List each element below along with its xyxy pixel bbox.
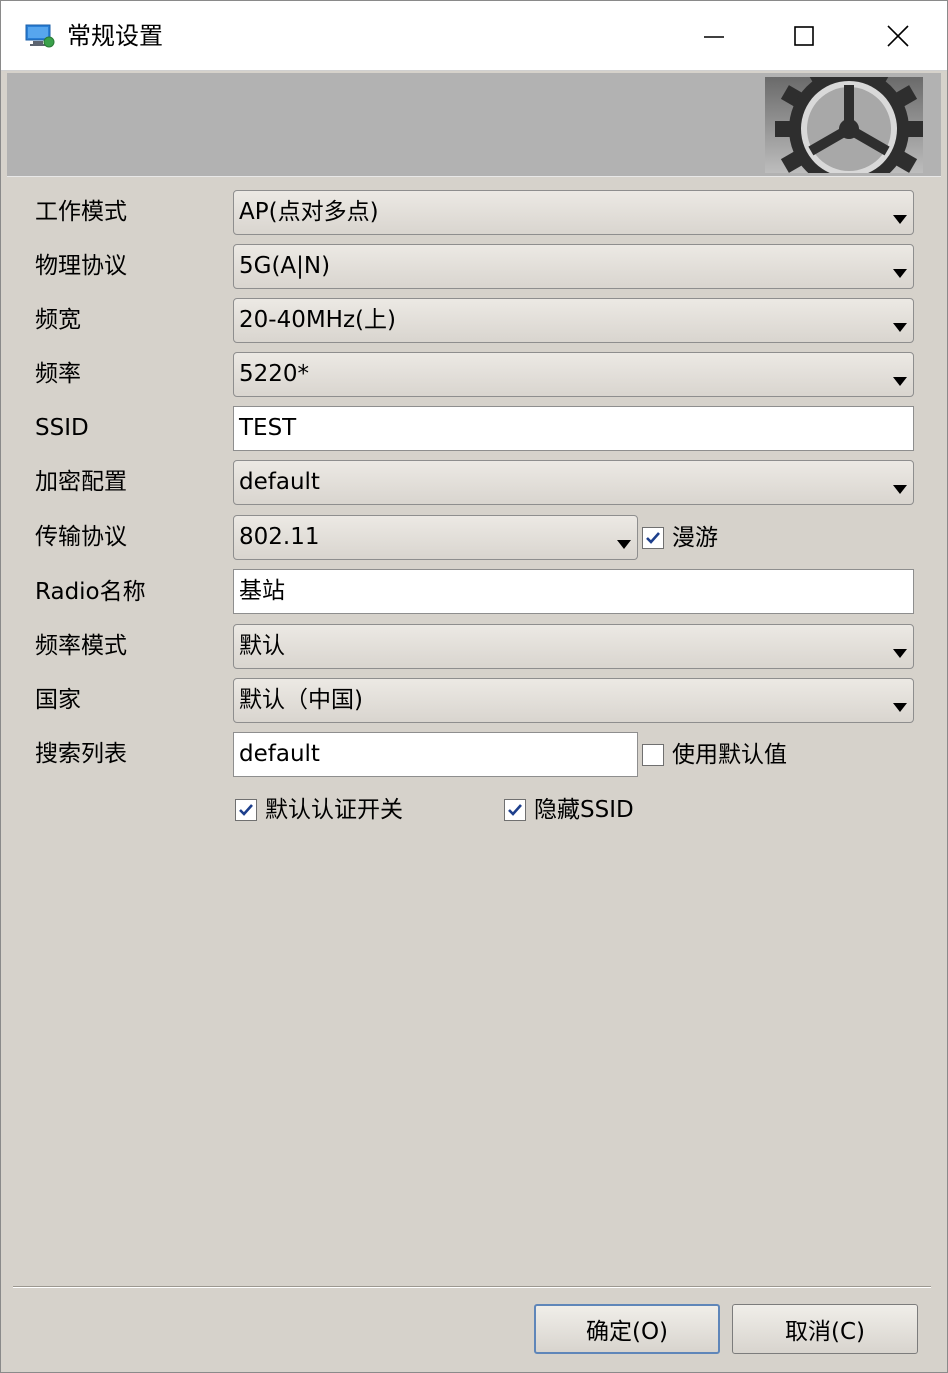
dropdown-arrow-icon [617, 534, 631, 553]
maximize-icon [794, 26, 814, 46]
roaming-checkbox[interactable] [642, 527, 664, 549]
radio-name-value: 基站 [239, 578, 285, 604]
close-icon [887, 25, 909, 47]
ssid-value: TEST [239, 415, 297, 441]
roaming-checkbox-group[interactable]: 漫游 [642, 523, 718, 553]
bandwidth-label: 频宽 [35, 307, 81, 333]
title-bar[interactable]: 常规设置 [1, 1, 947, 71]
search-list-input[interactable]: default [233, 732, 638, 777]
country-value: 默认（中国) [239, 687, 363, 713]
default-auth-checkbox-group[interactable]: 默认认证开关 [235, 795, 403, 825]
checkmark-icon [239, 804, 253, 816]
dropdown-arrow-icon [893, 643, 907, 662]
freq-mode-select[interactable]: 默认 [233, 624, 914, 669]
dropdown-arrow-icon [893, 479, 907, 498]
ssid-input[interactable]: TEST [233, 406, 914, 451]
work-mode-select[interactable]: AP(点对多点) [233, 190, 914, 235]
dropdown-arrow-icon [893, 263, 907, 282]
checkmark-icon [508, 804, 522, 816]
encryption-label: 加密配置 [35, 469, 127, 495]
use-default-checkbox[interactable] [642, 744, 664, 766]
frequency-label: 频率 [35, 361, 81, 387]
checkmark-icon [646, 532, 660, 544]
radio-name-label: Radio名称 [35, 579, 146, 605]
use-default-checkbox-group[interactable]: 使用默认值 [642, 740, 787, 770]
work-mode-label: 工作模式 [35, 199, 127, 225]
ssid-label: SSID [35, 415, 89, 441]
transport-label: 传输协议 [35, 524, 127, 550]
header-banner [7, 73, 941, 177]
country-label: 国家 [35, 687, 81, 713]
search-list-value: default [239, 741, 320, 767]
dropdown-arrow-icon [893, 209, 907, 228]
default-auth-label: 默认认证开关 [265, 797, 403, 823]
transport-select[interactable]: 802.11 [233, 515, 638, 560]
app-icon [25, 23, 55, 49]
phy-protocol-label: 物理协议 [35, 253, 127, 279]
transport-value: 802.11 [239, 524, 320, 550]
window-title: 常规设置 [67, 22, 163, 50]
minimize-button[interactable] [667, 1, 761, 71]
radio-name-input[interactable]: 基站 [233, 569, 914, 614]
phy-protocol-value: 5G(A|N) [239, 253, 331, 279]
work-mode-value: AP(点对多点) [239, 199, 379, 225]
use-default-label: 使用默认值 [672, 742, 787, 768]
frequency-value: 5220* [239, 361, 310, 387]
minimize-icon [704, 36, 724, 38]
freq-mode-label: 频率模式 [35, 633, 127, 659]
encryption-select[interactable]: default [233, 460, 914, 505]
default-auth-checkbox[interactable] [235, 799, 257, 821]
hide-ssid-label: 隐藏SSID [534, 797, 634, 823]
country-select[interactable]: 默认（中国) [233, 678, 914, 723]
settings-dialog: 常规设置 工作模式 AP(点对多点) 物理协议 5G(A|N) 频宽 20-40… [0, 0, 948, 1373]
close-button[interactable] [851, 1, 945, 71]
cancel-button[interactable]: 取消(C) [732, 1304, 918, 1354]
encryption-value: default [239, 469, 320, 495]
bandwidth-value: 20-40MHz(上) [239, 307, 396, 333]
freq-mode-value: 默认 [239, 633, 285, 659]
hide-ssid-checkbox[interactable] [504, 799, 526, 821]
gear-icon [765, 77, 923, 173]
frequency-select[interactable]: 5220* [233, 352, 914, 397]
ok-button[interactable]: 确定(O) [534, 1304, 720, 1354]
dropdown-arrow-icon [893, 371, 907, 390]
maximize-button[interactable] [757, 1, 851, 71]
dropdown-arrow-icon [893, 317, 907, 336]
hide-ssid-checkbox-group[interactable]: 隐藏SSID [504, 795, 634, 825]
roaming-label: 漫游 [672, 525, 718, 551]
bandwidth-select[interactable]: 20-40MHz(上) [233, 298, 914, 343]
phy-protocol-select[interactable]: 5G(A|N) [233, 244, 914, 289]
dropdown-arrow-icon [893, 697, 907, 716]
footer-divider [13, 1286, 931, 1288]
search-list-label: 搜索列表 [35, 741, 127, 767]
